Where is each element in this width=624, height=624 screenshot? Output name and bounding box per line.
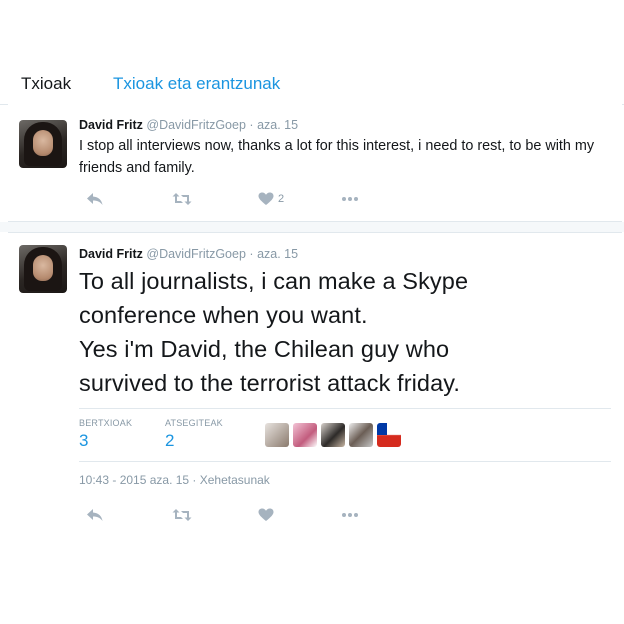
tab-tweets-and-replies[interactable]: Txioak eta erantzunak: [113, 74, 280, 94]
retweet-icon[interactable]: [172, 192, 192, 206]
like-count: 2: [278, 193, 285, 205]
author-name[interactable]: David Fritz: [79, 118, 143, 132]
retweet-icon[interactable]: [172, 508, 192, 522]
avatar[interactable]: [19, 120, 67, 168]
profile-tabs: Txioak Txioak eta erantzunak: [0, 64, 624, 105]
author-handle[interactable]: @DavidFritzGoep: [146, 118, 246, 132]
tweet-item[interactable]: David Fritz @DavidFritzGoep · aza. 15 To…: [8, 232, 622, 543]
tweet-text: I stop all interviews now, thanks a lot …: [79, 138, 595, 176]
more-icon[interactable]: [340, 192, 360, 206]
tweet-text-line: Yes i'm David, the Chilean guy who: [79, 336, 450, 362]
avatar[interactable]: [19, 245, 67, 293]
heart-icon[interactable]: [258, 192, 274, 206]
avatar-face: [33, 130, 53, 156]
tweet-text-line: survived to the terrorist attack friday.: [79, 370, 461, 396]
tab-tweets[interactable]: Txioak: [21, 74, 71, 94]
tweet-date[interactable]: aza. 15: [257, 247, 298, 261]
tweet-date[interactable]: aza. 15: [257, 118, 298, 132]
heart-icon[interactable]: [258, 508, 274, 522]
liker-avatar[interactable]: [377, 423, 401, 447]
avatar-face: [33, 255, 53, 281]
author-handle[interactable]: @DavidFritzGoep: [146, 247, 246, 261]
more-icon[interactable]: [340, 508, 360, 522]
timeline-gap: [0, 222, 624, 232]
tweet-text-line: conference when you want.: [79, 302, 368, 328]
likes-label: ATSEGITEAK: [165, 418, 223, 428]
liker-avatar[interactable]: [293, 423, 317, 447]
separator-dot: ·: [249, 247, 254, 261]
tweet-timestamp[interactable]: 10:43 - 2015 aza. 15 · Xehetasunak: [79, 473, 270, 487]
separator-dot: ·: [249, 118, 254, 132]
tweet-stats: BERTXIOAK 3 ATSEGITEAK 2: [79, 408, 611, 462]
liker-avatar[interactable]: [349, 423, 373, 447]
tweet-item[interactable]: David Fritz @DavidFritzGoep · aza. 15 I …: [8, 104, 622, 222]
likes-count[interactable]: 2: [165, 431, 174, 451]
tweet-header: David Fritz @DavidFritzGoep · aza. 15: [79, 118, 298, 132]
tweet-text-line: To all journalists, i can make a Skype: [79, 268, 469, 294]
liker-avatar[interactable]: [265, 423, 289, 447]
tweet-header: David Fritz @DavidFritzGoep · aza. 15: [79, 247, 298, 261]
liker-avatar[interactable]: [321, 423, 345, 447]
reply-icon[interactable]: [86, 508, 104, 522]
tweet-text-large: To all journalists, i can make a Skype c…: [79, 264, 619, 400]
author-name[interactable]: David Fritz: [79, 247, 143, 261]
retweets-count[interactable]: 3: [79, 431, 88, 451]
retweets-label: BERTXIOAK: [79, 418, 133, 428]
reply-icon[interactable]: [86, 192, 104, 206]
